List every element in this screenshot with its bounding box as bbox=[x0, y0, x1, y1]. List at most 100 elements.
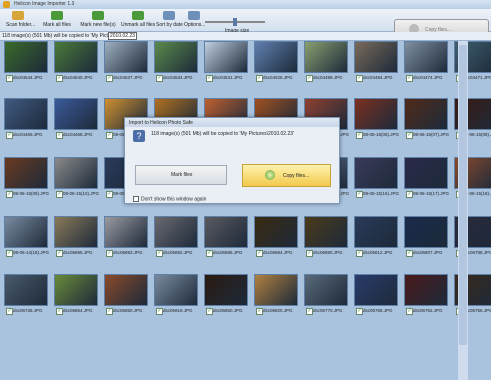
list-item[interactable]: ✓ dsc06886.JPG bbox=[202, 216, 248, 259]
item-checkbox[interactable]: ✓ bbox=[56, 132, 63, 139]
dont-show-again-checkbox[interactable]: Don't show this window again bbox=[133, 196, 206, 202]
thumbnail-image[interactable] bbox=[104, 41, 148, 73]
thumbnail-image[interactable] bbox=[354, 41, 398, 73]
item-checkbox[interactable]: ✓ bbox=[56, 250, 63, 257]
item-checkbox[interactable]: ✓ bbox=[306, 250, 313, 257]
list-item[interactable]: ✓ dsc04469.JPG bbox=[2, 98, 48, 141]
thumbnail-image[interactable] bbox=[354, 216, 398, 248]
item-checkbox[interactable]: ✓ bbox=[106, 308, 113, 315]
list-item[interactable]: ✓ dsc04544.JPG bbox=[2, 41, 48, 84]
item-checkbox[interactable]: ✓ bbox=[6, 191, 13, 198]
thumbnail-image[interactable] bbox=[4, 157, 48, 189]
item-checkbox[interactable]: ✓ bbox=[156, 250, 163, 257]
thumbnail-image[interactable] bbox=[254, 274, 298, 306]
list-item[interactable]: ✓ dsc04534.JPG bbox=[152, 41, 198, 84]
thumbnail-image[interactable] bbox=[404, 157, 448, 189]
item-checkbox[interactable]: ✓ bbox=[406, 191, 413, 198]
list-item[interactable]: ✓ dsc06893.JPG bbox=[102, 216, 148, 259]
thumbnail-image[interactable] bbox=[154, 274, 198, 306]
list-item[interactable]: ✓ dsc06736.JPG bbox=[2, 274, 48, 317]
slider-knob[interactable] bbox=[233, 18, 237, 26]
list-item[interactable]: ✓ 08-06-15(06).JPG bbox=[352, 98, 399, 141]
item-checkbox[interactable]: ✓ bbox=[206, 75, 213, 82]
list-item[interactable]: ✓ 08-06-15(16).JPG bbox=[352, 157, 399, 200]
item-checkbox[interactable]: ✓ bbox=[356, 132, 363, 139]
item-checkbox[interactable]: ✓ bbox=[256, 75, 263, 82]
thumbnail-image[interactable] bbox=[4, 98, 48, 130]
thumbnail-image[interactable] bbox=[354, 98, 398, 130]
list-item[interactable]: ✓ dsc06850.JPG bbox=[202, 274, 248, 317]
thumbnail-image[interactable] bbox=[254, 216, 298, 248]
list-item[interactable]: ✓ dsc06820.JPG bbox=[252, 274, 298, 317]
list-item[interactable]: ✓ dsc06880.JPG bbox=[302, 216, 348, 259]
list-item[interactable]: ✓ dsc06768.JPG bbox=[352, 274, 398, 317]
mark-all-files-button[interactable]: Mark all files bbox=[40, 11, 74, 29]
item-checkbox[interactable]: ✓ bbox=[6, 250, 13, 257]
checkbox-box[interactable] bbox=[133, 196, 139, 202]
item-checkbox[interactable]: ✓ bbox=[6, 132, 13, 139]
thumbnail-image[interactable] bbox=[4, 41, 48, 73]
image-size-slider[interactable] bbox=[205, 18, 265, 26]
list-item[interactable]: ✓ dsc06919.JPG bbox=[152, 274, 198, 317]
thumbnail-image[interactable] bbox=[54, 98, 98, 130]
list-item[interactable]: ✓ dsc06850.JPG bbox=[102, 274, 148, 317]
list-item[interactable]: ✓ 08-06-14(18).JPG bbox=[2, 216, 49, 259]
thumbnail-image[interactable] bbox=[404, 41, 448, 73]
options-button[interactable]: Options... bbox=[184, 11, 205, 29]
item-checkbox[interactable]: ✓ bbox=[206, 308, 213, 315]
list-item[interactable]: ✓ 08-06-15(07).JPG bbox=[402, 98, 449, 141]
list-item[interactable]: ✓ dsc06807.JPG bbox=[402, 216, 448, 259]
item-checkbox[interactable]: ✓ bbox=[6, 75, 13, 82]
thumbnail-image[interactable] bbox=[304, 274, 348, 306]
scrollbar-thumb[interactable] bbox=[459, 45, 467, 345]
item-checkbox[interactable]: ✓ bbox=[106, 191, 113, 198]
item-checkbox[interactable]: ✓ bbox=[156, 75, 163, 82]
list-item[interactable]: ✓ dsc04499.JPG bbox=[302, 41, 348, 84]
item-checkbox[interactable]: ✓ bbox=[306, 75, 313, 82]
item-checkbox[interactable]: ✓ bbox=[406, 250, 413, 257]
item-checkbox[interactable]: ✓ bbox=[256, 308, 263, 315]
item-checkbox[interactable]: ✓ bbox=[56, 75, 63, 82]
list-item[interactable]: ✓ 08-06-15(17).JPG bbox=[402, 157, 449, 200]
list-item[interactable]: ✓ 08-06-15(09).JPG bbox=[2, 157, 49, 200]
list-item[interactable]: ✓ dsc06762.JPG bbox=[402, 274, 448, 317]
thumbnail-image[interactable] bbox=[204, 274, 248, 306]
list-item[interactable]: ✓ dsc04468.JPG bbox=[52, 98, 98, 141]
list-item[interactable]: ✓ dsc04484.JPG bbox=[352, 41, 398, 84]
thumbnail-image[interactable] bbox=[304, 216, 348, 248]
list-item[interactable]: ✓ dsc04525.JPG bbox=[252, 41, 298, 84]
scan-folder-button[interactable]: Scan folder... bbox=[6, 11, 35, 29]
thumbnail-image[interactable] bbox=[254, 41, 298, 73]
thumbnail-image[interactable] bbox=[404, 98, 448, 130]
list-item[interactable]: ✓ dsc06864.JPG bbox=[52, 274, 98, 317]
thumbnail-image[interactable] bbox=[104, 274, 148, 306]
item-checkbox[interactable]: ✓ bbox=[56, 191, 63, 198]
dialog-copy-files-button[interactable]: Copy files... bbox=[242, 164, 331, 187]
list-item[interactable]: ✓ dsc04474.JPG bbox=[402, 41, 448, 84]
thumbnail-image[interactable] bbox=[4, 216, 48, 248]
item-checkbox[interactable]: ✓ bbox=[106, 132, 113, 139]
item-checkbox[interactable]: ✓ bbox=[356, 75, 363, 82]
item-checkbox[interactable]: ✓ bbox=[106, 75, 113, 82]
unmark-all-files-button[interactable]: Unmark all files bbox=[121, 11, 155, 29]
thumbnail-image[interactable] bbox=[54, 274, 98, 306]
thumbnail-image[interactable] bbox=[404, 274, 448, 306]
thumbnail-image[interactable] bbox=[204, 41, 248, 73]
list-item[interactable]: ✓ dsc06770.JPG bbox=[302, 274, 348, 317]
mark-files-button[interactable]: Mark files bbox=[135, 165, 227, 185]
item-checkbox[interactable]: ✓ bbox=[306, 308, 313, 315]
list-item[interactable]: ✓ dsc04540.JPG bbox=[52, 41, 98, 84]
item-checkbox[interactable]: ✓ bbox=[56, 308, 63, 315]
item-checkbox[interactable]: ✓ bbox=[356, 250, 363, 257]
item-checkbox[interactable]: ✓ bbox=[6, 308, 13, 315]
item-checkbox[interactable]: ✓ bbox=[156, 308, 163, 315]
destination-path[interactable]: 2010.02.23 bbox=[108, 32, 138, 40]
item-checkbox[interactable]: ✓ bbox=[106, 250, 113, 257]
list-item[interactable]: ✓ dsc06892.JPG bbox=[152, 216, 198, 259]
thumbnail-image[interactable] bbox=[104, 216, 148, 248]
item-checkbox[interactable]: ✓ bbox=[256, 250, 263, 257]
thumbnail-image[interactable] bbox=[354, 274, 398, 306]
item-checkbox[interactable]: ✓ bbox=[406, 308, 413, 315]
thumbnail-image[interactable] bbox=[304, 41, 348, 73]
list-item[interactable]: ✓ dsc06895.JPG bbox=[52, 216, 98, 259]
